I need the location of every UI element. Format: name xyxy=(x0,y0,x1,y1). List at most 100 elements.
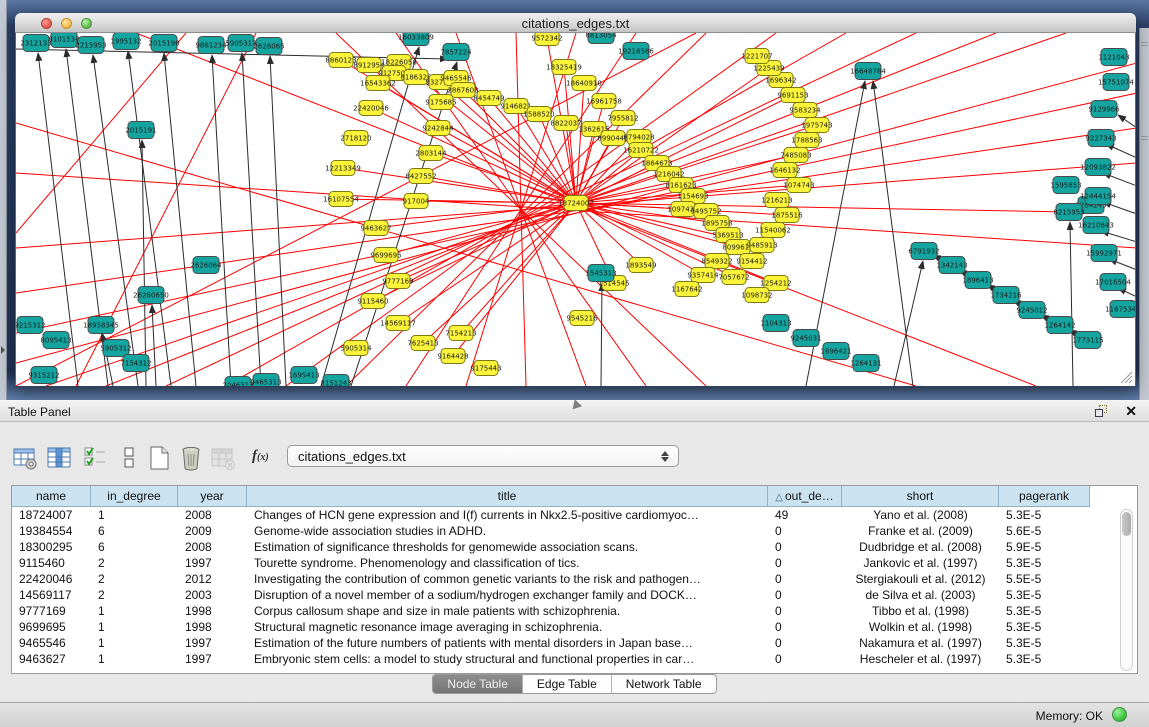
graph-edge[interactable] xyxy=(873,81,913,386)
table-cell[interactable]: 0 xyxy=(768,587,842,603)
table-cell[interactable]: 2008 xyxy=(178,539,247,555)
tab-edge-table[interactable]: Edge Table xyxy=(523,675,612,693)
graph-edge[interactable] xyxy=(164,53,196,386)
table-cell[interactable]: Estimation of significance thresholds fo… xyxy=(247,539,768,555)
table-cell[interactable]: 1 xyxy=(91,651,178,667)
table-row[interactable]: 1830029562008Estimation of significance … xyxy=(12,539,1093,555)
table-cell[interactable]: 2012 xyxy=(178,571,247,587)
table-cell[interactable]: 1998 xyxy=(178,619,247,635)
table-cell[interactable]: 49 xyxy=(768,507,842,523)
graph-edge[interactable] xyxy=(601,283,602,386)
graph-edge[interactable] xyxy=(431,153,576,203)
graph-edge[interactable] xyxy=(1118,115,1136,128)
table-cell[interactable]: 5.3E-5 xyxy=(999,555,1090,571)
table-cell[interactable]: 1 xyxy=(91,619,178,635)
new-table-icon[interactable] xyxy=(144,443,174,473)
function-builder-icon[interactable]: f(x) xyxy=(252,448,269,465)
table-row[interactable]: 1456911722003Disruption of a novel membe… xyxy=(12,587,1093,603)
table-cell[interactable]: 2003 xyxy=(178,587,247,603)
float-panel-icon[interactable] xyxy=(1095,405,1109,419)
column-header-short[interactable]: short xyxy=(842,486,999,507)
table-cell[interactable]: Disruption of a novel member of a sodium… xyxy=(247,587,768,603)
table-cell[interactable]: Wolkin et al. (1998) xyxy=(842,619,999,635)
graph-edge[interactable] xyxy=(894,261,923,386)
table-settings-icon[interactable] xyxy=(10,443,40,473)
table-selector-dropdown[interactable]: citations_edges.txt xyxy=(287,445,679,467)
table-cell[interactable]: 5.6E-5 xyxy=(999,523,1090,539)
column-header-in_degree[interactable]: in_degree xyxy=(91,486,178,507)
table-cell[interactable]: 2 xyxy=(91,571,178,587)
column-header-title[interactable]: title xyxy=(247,486,768,507)
table-cell[interactable]: 0 xyxy=(768,635,842,651)
table-cell[interactable]: 0 xyxy=(768,619,842,635)
table-cell[interactable]: de Silva et al. (2003) xyxy=(842,587,999,603)
graph-edge[interactable] xyxy=(226,33,846,386)
table-cell[interactable]: 2 xyxy=(91,587,178,603)
table-cell[interactable]: 19384554 xyxy=(12,523,91,539)
tab-node-table[interactable]: Node Table xyxy=(433,675,523,693)
table-cell[interactable]: 1 xyxy=(91,635,178,651)
table-cell[interactable]: 2 xyxy=(91,555,178,571)
table-cell[interactable]: 14569117 xyxy=(12,587,91,603)
table-cell[interactable]: 5.3E-5 xyxy=(999,651,1090,667)
table-cell[interactable]: 0 xyxy=(768,571,842,587)
table-cell[interactable]: 0 xyxy=(768,539,842,555)
table-cell[interactable]: 5.3E-5 xyxy=(999,619,1090,635)
table-cell[interactable]: 9777169 xyxy=(12,603,91,619)
left-panel-edge[interactable] xyxy=(0,0,7,400)
graph-edge[interactable] xyxy=(576,150,641,203)
table-cell[interactable]: 5.3E-5 xyxy=(999,507,1090,523)
table-cell[interactable]: Stergiakouli et al. (2012) xyxy=(842,571,999,587)
select-columns-icon[interactable] xyxy=(80,443,110,473)
graph-edge[interactable] xyxy=(438,128,576,203)
table-cell[interactable]: 5.9E-5 xyxy=(999,539,1090,555)
network-canvas[interactable]: 1872400788601238912954182260589127508165… xyxy=(15,33,1136,386)
table-cell[interactable]: Dudbridge et al. (2008) xyxy=(842,539,999,555)
table-row[interactable]: 2242004622012Investigating the contribut… xyxy=(12,571,1093,587)
table-cell[interactable]: 5.3E-5 xyxy=(999,635,1090,651)
table-cell[interactable]: 1 xyxy=(91,507,178,523)
table-cell[interactable]: Tibbo et al. (1998) xyxy=(842,603,999,619)
panel-collapse-arrow-icon[interactable] xyxy=(1,346,5,354)
table-row[interactable]: 946362711997Embryonic stem cells: a mode… xyxy=(12,651,1093,667)
row-height-icon[interactable] xyxy=(114,443,144,473)
table-cell[interactable]: 6 xyxy=(91,523,178,539)
close-panel-icon[interactable]: ✕ xyxy=(1125,403,1137,419)
resize-grip-icon[interactable] xyxy=(1119,370,1133,384)
column-header-out_de[interactable]: △out_de… xyxy=(768,486,842,507)
graph-edge[interactable] xyxy=(371,108,576,203)
table-cell[interactable]: Structural magnetic resonance image aver… xyxy=(247,619,768,635)
table-cell[interactable]: 1997 xyxy=(178,635,247,651)
delete-icon[interactable] xyxy=(176,443,206,473)
table-cell[interactable]: 5.3E-5 xyxy=(999,587,1090,603)
table-cell[interactable]: Nakamura et al. (1997) xyxy=(842,635,999,651)
table-cell[interactable]: 0 xyxy=(768,555,842,571)
table-cell[interactable]: Franke et al. (2009) xyxy=(842,523,999,539)
table-cell[interactable]: Yano et al. (2008) xyxy=(842,507,999,523)
table-cell[interactable]: 5.3E-5 xyxy=(999,603,1090,619)
table-cell[interactable]: 9465546 xyxy=(12,635,91,651)
table-cell[interactable]: Tourette syndrome. Phenomenology and cla… xyxy=(247,555,768,571)
table-cell[interactable]: Genome-wide association studies in ADHD. xyxy=(247,523,768,539)
citation-network-graph[interactable]: 1872400788601238912954182260589127508165… xyxy=(16,33,1136,386)
table-cell[interactable]: 2009 xyxy=(178,523,247,539)
column-header-name[interactable]: name xyxy=(12,486,91,507)
table-cell[interactable]: 1998 xyxy=(178,603,247,619)
window-titlebar[interactable]: citations_edges.txt xyxy=(15,13,1136,33)
vertical-scrollbar[interactable] xyxy=(1120,509,1133,671)
table-cell[interactable]: Jankovic et al. (1997) xyxy=(842,555,999,571)
table-cell[interactable]: Investigating the contribution of common… xyxy=(247,571,768,587)
graph-edge[interactable] xyxy=(152,305,156,386)
table-cell[interactable]: 1 xyxy=(91,603,178,619)
table-row[interactable]: 969969511998Structural magnetic resonanc… xyxy=(12,619,1093,635)
table-cell[interactable]: 0 xyxy=(768,603,842,619)
table-cell[interactable]: 9463627 xyxy=(12,651,91,667)
graph-edge[interactable] xyxy=(398,203,576,323)
graph-edge[interactable] xyxy=(242,53,261,386)
graph-edge[interactable] xyxy=(16,33,186,233)
right-panel-edge[interactable] xyxy=(1139,28,1149,400)
table-row[interactable]: 946554611997Estimation of the future num… xyxy=(12,635,1093,651)
scrollbar-thumb[interactable] xyxy=(1122,512,1131,536)
table-cell[interactable]: Embryonic stem cells: a model to study s… xyxy=(247,651,768,667)
table-cell[interactable]: 0 xyxy=(768,651,842,667)
